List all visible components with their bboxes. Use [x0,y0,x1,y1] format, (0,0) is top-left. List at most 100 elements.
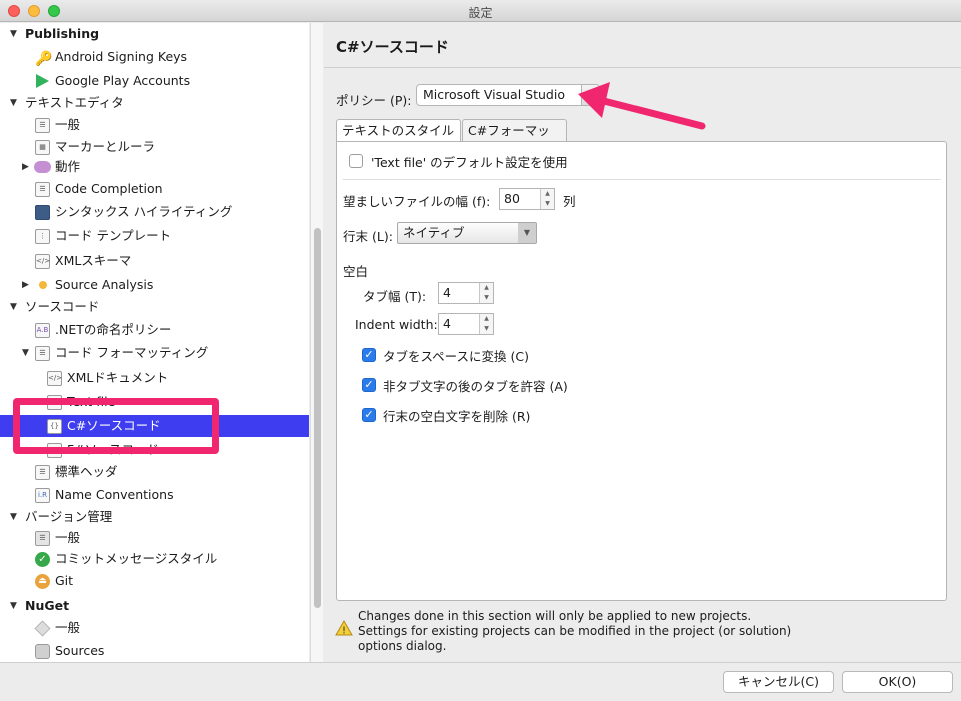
tree-item-label: テキストエディタ [25,95,124,110]
tree-item-syntax-highlighting[interactable]: シンタックス ハイライティング [0,201,309,223]
sources-icon [35,644,50,659]
tree-item-nuget-general[interactable]: 一般 [0,617,309,639]
tree-item-label: Publishing [25,26,100,41]
tree-item-label: ソースコード [25,299,100,314]
file-width-stepper[interactable]: 80 ▲ ▼ [499,188,555,210]
tree-item-nuget[interactable]: ▼ NuGet [0,595,309,617]
line-ending-value: ネイティブ [403,225,465,240]
preferences-window: 設定 ▼ Publishing 🔑 Android Signing Keys G… [0,0,961,701]
disclosure-triangle-icon[interactable]: ▼ [22,342,32,364]
allow-tabs-after-checkbox[interactable]: ✓ [362,378,376,392]
svg-text:!: ! [342,626,346,637]
tree-item-xml-schema[interactable]: </> XMLスキーマ [0,250,309,272]
line-ending-select[interactable]: ネイティブ ▼ [397,222,537,244]
tree-item-code-completion[interactable]: ☰ Code Completion [0,178,309,200]
indent-width-stepper[interactable]: 4 ▲ ▼ [438,313,494,335]
disclosure-triangle-icon[interactable]: ▼ [10,506,20,528]
disclosure-triangle-icon[interactable]: ▼ [10,92,20,114]
tree-item-label: マーカーとルーラ [55,139,156,154]
warning-icon: ! [335,620,353,636]
disclosure-triangle-icon[interactable]: ▼ [10,23,20,45]
tree-item-vcs-general[interactable]: ☰ 一般 [0,527,309,549]
cancel-button[interactable]: キャンセル(C) [723,671,834,693]
tree-item-source-analysis[interactable]: ▶ Source Analysis [0,274,309,296]
tree-item-label: シンタックス ハイライティング [55,204,233,219]
stepper-arrows-icon[interactable]: ▲ ▼ [540,189,554,209]
tab-csharp-format[interactable]: C#フォーマット [462,119,567,159]
indent-width-label: Indent width: [355,317,438,332]
tree-item-label: Google Play Accounts [55,73,191,88]
tree-item-label: .NETの命名ポリシー [55,322,172,337]
whitespace-heading: 空白 [343,264,369,279]
sidebar-scroll-thumb[interactable] [314,228,321,608]
chevron-down-icon[interactable]: ▼ [518,223,536,243]
file-width-label: 望ましいファイルの幅 (f): [343,194,491,209]
disclosure-triangle-icon[interactable]: ▼ [10,595,20,617]
sidebar-scrollbar[interactable] [310,23,323,662]
tree-item-code-templates[interactable]: ⋮ コード テンプレート [0,225,309,247]
warning-text: Changes done in this section will only b… [358,609,792,653]
tree-item-label: XMLドキュメント [67,370,169,385]
tree-item-xml-document[interactable]: </> XMLドキュメント [0,367,309,389]
commit-style-icon: ✓ [35,552,50,567]
header-icon: ☰ [35,465,50,480]
convert-tabs-checkbox[interactable]: ✓ [362,348,376,362]
syntax-highlight-icon [35,205,50,220]
divider [343,179,941,180]
page-title: C#ソースコード [336,38,449,56]
tree-item-name-conventions[interactable]: i.R Name Conventions [0,484,309,506]
tree-item-label: 一般 [55,620,81,635]
stepper-arrows-icon[interactable]: ▲ ▼ [479,314,493,334]
tree-item-google-play-accounts[interactable]: Google Play Accounts [0,70,309,92]
tree-item-label: Android Signing Keys [55,49,188,64]
disclosure-triangle-icon[interactable]: ▶ [22,274,32,296]
tab-text-style[interactable]: テキストのスタイル [336,119,461,142]
tree-item-label: Sources [55,643,105,658]
tree-item-sources[interactable]: Sources [0,640,309,662]
speech-bubble-icon [34,161,51,173]
disclosure-triangle-icon[interactable]: ▼ [10,296,20,318]
tree-item-standard-header[interactable]: ☰ 標準ヘッダ [0,461,309,483]
highlight-annotation-box [13,398,219,454]
tab-width-value: 4 [443,285,451,300]
tree-item-label: 標準ヘッダ [55,464,118,479]
line-ending-label: 行末 (L): [343,229,393,244]
tree-item-label: 一般 [55,117,81,132]
tree-item-general[interactable]: ☰ 一般 [0,114,309,136]
tree-item-version-control[interactable]: ▼ バージョン管理 [0,506,309,528]
tree-item-text-editor[interactable]: ▼ テキストエディタ [0,92,309,114]
file-width-unit: 列 [563,194,576,209]
tree-item-label: 一般 [55,530,81,545]
remove-trailing-label: 行末の空白文字を削除 (R) [383,409,531,424]
tree-item-label: バージョン管理 [25,509,113,524]
text-style-panel: 'Text file' のデフォルト設定を使用 望ましいファイルの幅 (f): … [336,141,947,601]
tree-item-publishing[interactable]: ▼ Publishing [0,23,309,45]
tree-item-label: Source Analysis [55,277,154,292]
list-icon: ☰ [35,182,50,197]
ok-button[interactable]: OK(O) [842,671,953,693]
markers-icon: ▦ [35,140,50,155]
tab-width-stepper[interactable]: 4 ▲ ▼ [438,282,494,304]
title-bar[interactable]: 設定 [0,0,961,22]
window-title: 設定 [468,6,493,20]
tree-item-commit-style[interactable]: ✓ コミットメッセージスタイル [0,548,309,570]
tree-item-label: Name Conventions [55,487,174,502]
tree-item-android-signing-keys[interactable]: 🔑 Android Signing Keys [0,46,309,68]
dot-icon [39,281,47,289]
tree-item-code-formatting[interactable]: ▼ ☰ コード フォーマッティング [0,342,309,364]
xml-doc-icon: </> [47,371,62,386]
tab-width-label: タブ幅 (T): [363,289,427,304]
disclosure-triangle-icon[interactable]: ▶ [22,156,32,178]
footer-divider [0,662,961,663]
tree-item-dotnet-naming[interactable]: A.B .NETの命名ポリシー [0,319,309,341]
tree-item-source-code[interactable]: ▼ ソースコード [0,296,309,318]
tree-item-markers[interactable]: ▦ マーカーとルーラ [0,136,309,158]
use-default-label: 'Text file' のデフォルト設定を使用 [371,155,568,170]
stepper-arrows-icon[interactable]: ▲ ▼ [479,283,493,303]
tree-item-behavior[interactable]: ▶ 動作 [0,156,309,178]
name-conventions-icon: i.R [35,488,50,503]
tree-item-git[interactable]: ⏏ Git [0,570,309,592]
tree-item-label: コミットメッセージスタイル [55,551,218,566]
remove-trailing-checkbox[interactable]: ✓ [362,408,376,422]
use-default-checkbox[interactable] [349,154,363,168]
